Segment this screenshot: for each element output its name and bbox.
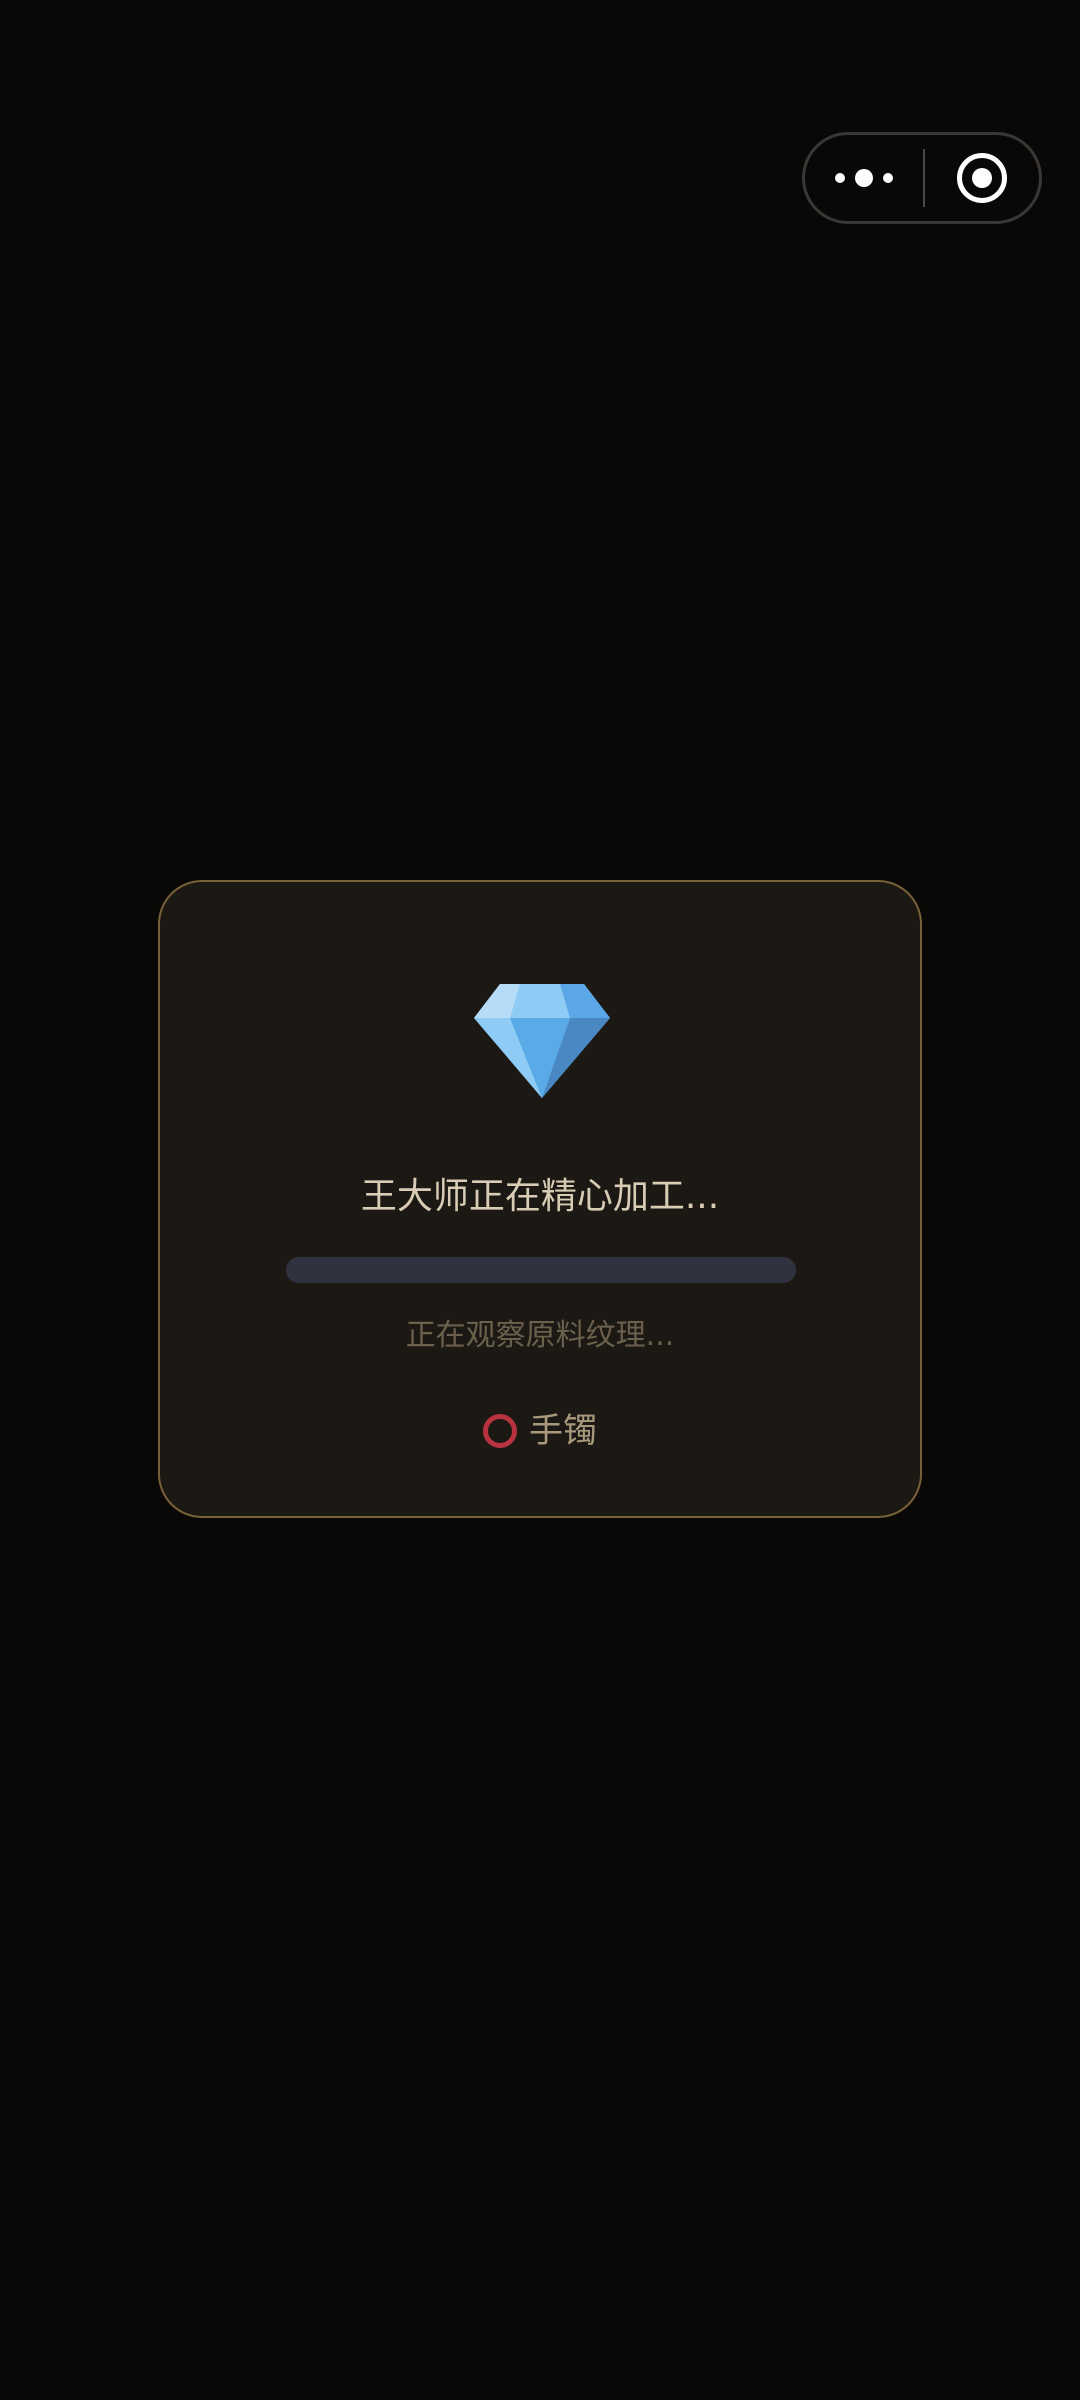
processing-card: 王大师正在精心加工... 正在观察原料纹理... 手镯 bbox=[158, 880, 922, 1518]
diamond-icon bbox=[474, 984, 610, 1098]
ring-circle-icon bbox=[483, 1414, 517, 1448]
more-dots-icon bbox=[835, 173, 845, 183]
screen: 王大师正在精心加工... 正在观察原料纹理... 手镯 bbox=[0, 0, 1080, 2400]
processing-status: 正在观察原料纹理... bbox=[405, 1318, 675, 1353]
processing-title: 王大师正在精心加工... bbox=[360, 1176, 720, 1217]
close-button[interactable] bbox=[925, 135, 1039, 221]
item-label: 手镯 bbox=[529, 1411, 597, 1451]
close-target-icon bbox=[957, 153, 1007, 203]
more-dots-icon bbox=[855, 169, 873, 187]
more-button[interactable] bbox=[805, 135, 923, 221]
more-dots-icon bbox=[883, 173, 893, 183]
progress-bar bbox=[286, 1257, 796, 1283]
mini-program-capsule bbox=[802, 132, 1042, 224]
item-tag: 手镯 bbox=[160, 1406, 920, 1456]
